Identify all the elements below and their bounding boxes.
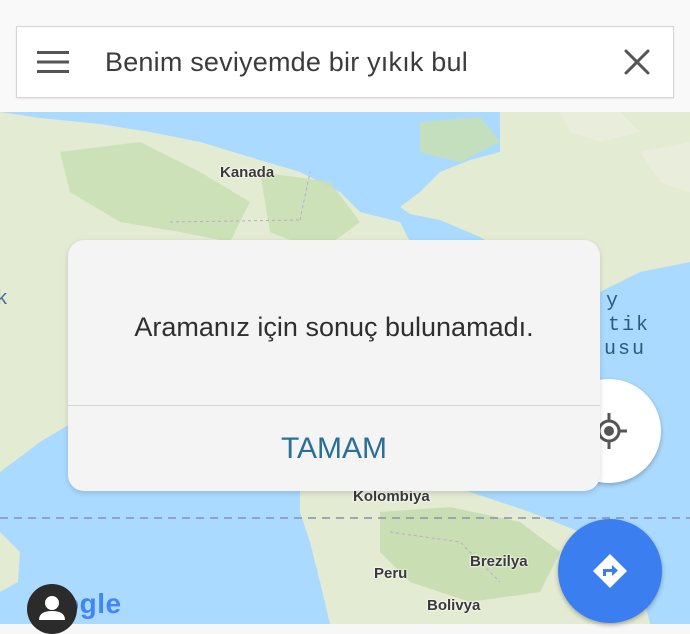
search-input[interactable]: Benim seviyemde bir yıkık bul — [89, 47, 601, 78]
left-edge-land — [0, 532, 20, 592]
clear-search-button[interactable] — [601, 27, 673, 97]
directions-icon — [593, 554, 627, 588]
search-bar[interactable]: Benim seviyemde bir yıkık bul — [16, 26, 674, 98]
map-label-canada: Kanada — [220, 164, 275, 181]
person-icon — [39, 596, 65, 620]
close-icon — [624, 49, 650, 75]
map-label-bolivia: Bolivya — [427, 597, 481, 614]
map-label-brazil: Brezilya — [470, 553, 528, 570]
ocean-label-fragment-1: y — [606, 290, 621, 313]
ocean-label-fragment-3: usu — [604, 338, 647, 361]
map-label-peru: Peru — [374, 565, 408, 582]
menu-button[interactable] — [17, 27, 89, 97]
dialog-message: Aramanız için sonuç bulunamadı. — [134, 312, 534, 342]
no-results-dialog: Aramanız için sonuç bulunamadı. TAMAM — [68, 240, 600, 491]
left-edge-label-fragment: k — [0, 288, 11, 311]
hamburger-icon — [37, 51, 69, 73]
ocean-label-fragment-2: tik — [608, 314, 651, 337]
avatar-button[interactable] — [27, 584, 77, 634]
dialog-ok-button[interactable]: TAMAM — [68, 406, 600, 491]
directions-button[interactable] — [558, 519, 662, 623]
